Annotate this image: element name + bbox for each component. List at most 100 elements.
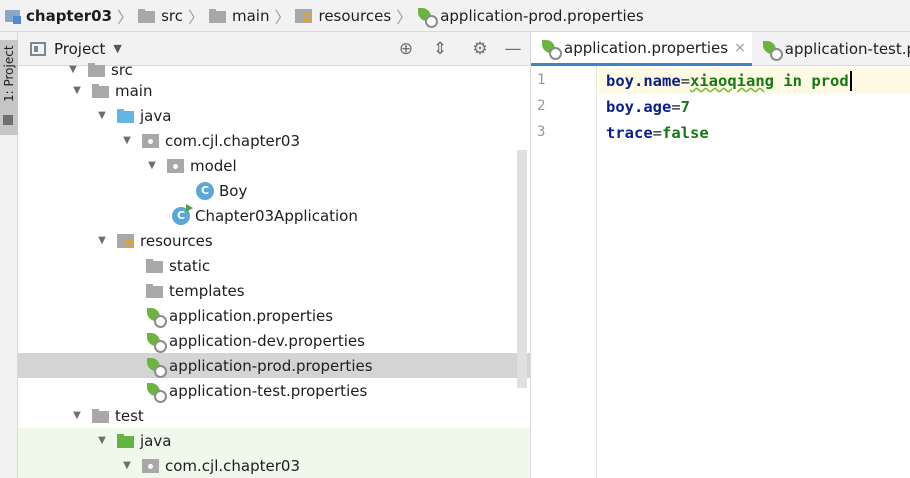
tree-item-templates[interactable]: templates — [18, 278, 530, 303]
property-value: xiaoqiang — [690, 72, 774, 90]
tree-item-application-prod-properties[interactable]: application-prod.properties — [18, 353, 530, 378]
tree-item-label: main — [115, 81, 153, 100]
folder-icon — [146, 258, 164, 273]
equals-sign: = — [671, 98, 681, 116]
breadcrumb-item-file[interactable]: application-prod.properties — [417, 0, 644, 31]
project-tab-label: 1: Project — [2, 45, 16, 102]
breadcrumb: chapter03 〉 src 〉 main 〉 resources 〉 app… — [0, 0, 910, 32]
chevron-right-icon: 〉 — [396, 7, 413, 27]
tree-item-label: test — [115, 406, 144, 425]
tree-item-label: application-dev.properties — [169, 331, 365, 350]
tree-item-label: Chapter03Application — [195, 206, 358, 225]
folder-icon — [3, 115, 13, 125]
chevron-down-icon[interactable]: ▼ — [70, 84, 84, 98]
code-line[interactable]: boy.name = xiaoqiang in prod — [598, 68, 910, 94]
equals-sign: = — [680, 72, 690, 90]
tree-item-test-java[interactable]: ▼ java — [18, 428, 530, 453]
tree-item-label: java — [140, 106, 172, 125]
module-icon — [4, 8, 22, 24]
tree-item-model[interactable]: ▼ model — [18, 153, 530, 178]
resources-folder-icon — [117, 233, 135, 248]
tree-item-main[interactable]: ▼ main — [18, 78, 530, 103]
spring-boot-class-icon: C — [172, 203, 193, 225]
folder-icon — [146, 283, 164, 298]
line-number: 2 — [537, 98, 546, 114]
property-value: 7 — [680, 98, 691, 116]
property-key: boy.name — [606, 72, 681, 90]
spring-properties-icon — [146, 332, 167, 353]
tree-item-application-dev-properties[interactable]: application-dev.properties — [18, 328, 530, 353]
chevron-down-icon[interactable]: ▼ — [66, 63, 80, 77]
tab-application-properties[interactable]: application.properties × — [531, 32, 752, 66]
panel-title[interactable]: Project — [54, 40, 105, 58]
tree-item-static[interactable]: static — [18, 253, 530, 278]
tree-item-test[interactable]: ▼ test — [18, 403, 530, 428]
tree-item-package[interactable]: ▼ com.cjl.chapter03 — [18, 128, 530, 153]
spring-properties-icon — [146, 382, 167, 403]
gear-icon[interactable]: ⚙ — [470, 39, 490, 59]
code-area[interactable]: boy.name = xiaoqiang in prod boy.age = 7 tra… — [598, 66, 910, 478]
chevron-down-icon[interactable]: ▼ — [120, 134, 134, 148]
close-icon[interactable]: × — [734, 40, 746, 56]
chevron-down-icon[interactable]: ▼ — [120, 459, 134, 473]
project-view-icon — [30, 41, 46, 56]
tree-item-label: application-test.properties — [169, 381, 368, 400]
tree-item-label: resources — [140, 231, 213, 250]
chevron-down-icon[interactable]: ▼ — [113, 42, 121, 55]
tree-item-java[interactable]: ▼ java — [18, 103, 530, 128]
package-icon — [142, 133, 160, 148]
tree-item-application-test-properties[interactable]: application-test.properties — [18, 378, 530, 403]
code-line[interactable]: trace = false — [598, 120, 910, 146]
spring-properties-icon — [762, 40, 783, 61]
tab-label: application-test.properties — [784, 40, 910, 58]
project-tool-window-tab[interactable]: 1: Project — [0, 40, 18, 135]
property-key: boy.age — [606, 98, 672, 116]
tree-item-label: model — [190, 156, 237, 175]
property-key: trace — [606, 124, 653, 142]
chevron-down-icon[interactable]: ▼ — [145, 159, 159, 173]
folder-icon — [88, 62, 106, 77]
vertical-scrollbar[interactable] — [517, 150, 527, 388]
breadcrumb-item-main[interactable]: main — [208, 0, 269, 31]
line-number-gutter: 1 2 3 — [531, 66, 597, 478]
breadcrumb-item-resources[interactable]: resources — [295, 0, 392, 31]
tree-item-chapter03application[interactable]: C Chapter03Application — [18, 203, 530, 228]
editor-tabs: application.properties × application-tes… — [531, 32, 910, 66]
chevron-right-icon: 〉 — [117, 7, 134, 27]
chevron-down-icon[interactable]: ▼ — [95, 234, 109, 248]
project-panel: Project ▼ ⊕ ⇕ ⚙ — ▼ src ▼ main ▼ java ▼ — [18, 32, 530, 478]
resources-folder-icon — [295, 8, 313, 23]
chevron-down-icon[interactable]: ▼ — [95, 109, 109, 123]
breadcrumb-label: src — [161, 6, 183, 25]
locate-icon[interactable]: ⊕ — [396, 39, 416, 59]
tree-item-resources[interactable]: ▼ resources — [18, 228, 530, 253]
tree-item-label: com.cjl.chapter03 — [165, 456, 300, 475]
tree-item-application-properties[interactable]: application.properties — [18, 303, 530, 328]
line-number: 1 — [537, 72, 546, 88]
breadcrumb-item-project[interactable]: chapter03 — [4, 0, 112, 31]
hide-icon[interactable]: — — [503, 39, 523, 59]
chevron-right-icon: 〉 — [187, 7, 204, 27]
chevron-down-icon[interactable]: ▼ — [95, 434, 109, 448]
tree-item-label: java — [140, 431, 172, 450]
tree-item-label: application-prod.properties — [169, 356, 373, 375]
tree-item-boy[interactable]: C Boy — [18, 178, 530, 203]
breadcrumb-label: resources — [318, 6, 392, 25]
source-folder-icon — [117, 108, 135, 123]
chevron-right-icon: 〉 — [274, 7, 291, 27]
tree-item-label: templates — [169, 281, 245, 300]
tab-label: application.properties — [564, 38, 729, 57]
class-icon: C — [196, 181, 214, 200]
folder-icon — [208, 8, 227, 23]
package-icon — [167, 158, 185, 173]
breadcrumb-item-src[interactable]: src — [138, 0, 183, 31]
code-line[interactable]: boy.age = 7 — [598, 94, 910, 120]
collapse-all-icon[interactable]: ⇕ — [430, 39, 450, 59]
tab-application-test-properties[interactable]: application-test.properties — [752, 32, 910, 66]
equals-sign: = — [652, 124, 663, 142]
tree-item-label: Boy — [219, 181, 248, 200]
tree-item-label: static — [169, 256, 211, 275]
test-folder-icon — [117, 433, 135, 448]
tree-item-test-package[interactable]: ▼ com.cjl.chapter03 — [18, 453, 530, 478]
chevron-down-icon[interactable]: ▼ — [70, 409, 84, 423]
